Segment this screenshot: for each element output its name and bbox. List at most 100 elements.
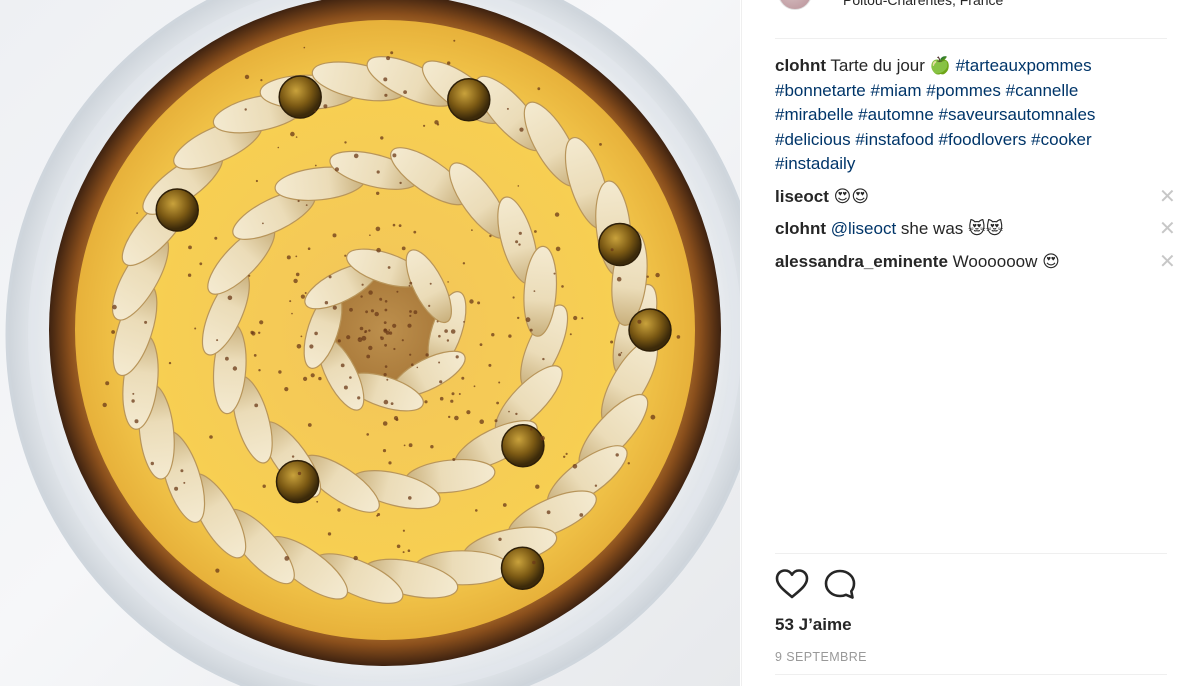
cinnamon-speck (380, 136, 384, 140)
cinnamon-speck (310, 373, 315, 378)
cinnamon-speck (423, 124, 426, 127)
cinnamon-speck (489, 234, 492, 238)
hashtag-link[interactable]: #cannelle (1006, 81, 1079, 100)
cinnamon-speck (446, 339, 450, 342)
hashtag-link[interactable]: #miam (870, 81, 921, 100)
cinnamon-speck (519, 127, 524, 132)
hashtag-link[interactable]: #cooker (1031, 130, 1091, 149)
cinnamon-speck (408, 496, 412, 500)
hashtag-link[interactable]: #saveursautomnales (939, 105, 1096, 124)
cinnamon-speck (384, 300, 388, 303)
cinnamon-speck (553, 272, 556, 275)
delete-comment-icon[interactable]: ✕ (1159, 250, 1176, 274)
hashtag-link[interactable]: #tarteauxpommes (956, 56, 1092, 75)
cinnamon-speck (530, 427, 533, 431)
cinnamon-speck (401, 246, 406, 251)
speech-bubble-icon[interactable] (823, 568, 857, 600)
cinnamon-speck (646, 275, 649, 278)
hashtag-link[interactable]: #instadaily (775, 154, 855, 173)
cinnamon-speck (316, 500, 319, 503)
delete-comment-icon[interactable]: ✕ (1159, 217, 1176, 241)
cinnamon-speck (439, 396, 444, 401)
cinnamon-speck (359, 326, 364, 331)
cinnamon-speck (676, 335, 681, 339)
cinnamon-speck (183, 481, 186, 484)
avatar[interactable] (778, 0, 812, 10)
cinnamon-speck (376, 247, 381, 253)
delete-comment-icon[interactable]: ✕ (1159, 185, 1176, 209)
comment-username[interactable]: clohnt (775, 56, 826, 75)
cinnamon-speck (314, 331, 318, 336)
location-link[interactable]: Poitou-Charentes, France (843, 0, 1003, 8)
cinnamon-speck (383, 373, 387, 377)
comment-username[interactable]: clohnt (775, 219, 826, 238)
cinnamon-speck (324, 301, 329, 305)
post-date[interactable]: 9 SEPTEMBRE (775, 650, 867, 664)
cinnamon-speck (461, 376, 465, 380)
cinnamon-speck (451, 392, 455, 396)
hashtag-link[interactable]: #instafood (855, 130, 933, 149)
cinnamon-speck (284, 387, 289, 392)
cinnamon-speck (444, 329, 448, 333)
mirabelle-plum (598, 222, 642, 267)
post-header: Poitou-Charentes, France (775, 0, 1167, 39)
comment-username[interactable]: alessandra_eminente (775, 252, 948, 271)
cinnamon-speck (424, 400, 428, 404)
cinnamon-speck (349, 307, 353, 312)
cinnamon-speck (494, 419, 498, 423)
cinnamon-speck (554, 212, 560, 217)
comment-username[interactable]: liseoct (775, 187, 829, 206)
add-comment-divider (775, 674, 1167, 675)
cinnamon-speck (305, 204, 308, 207)
cinnamon-speck (214, 236, 218, 240)
emoji: 😍 (1042, 251, 1060, 272)
heart-icon[interactable] (775, 568, 809, 600)
comment-text: Tarte du jour (830, 56, 930, 75)
cinnamon-speck (168, 361, 172, 365)
cinnamon-speck (300, 335, 303, 338)
cinnamon-speck (295, 255, 298, 258)
cinnamon-speck (477, 301, 481, 305)
cinnamon-speck (227, 295, 233, 301)
cinnamon-speck (277, 146, 280, 149)
hashtag-link[interactable]: #automne (858, 105, 934, 124)
hashtag-link[interactable]: #pommes (926, 81, 1001, 100)
cinnamon-speck (253, 354, 257, 357)
hashtag-link[interactable]: #delicious (775, 130, 851, 149)
likes-count[interactable]: 53 J’aime (775, 615, 852, 635)
cinnamon-speck (390, 402, 394, 405)
cinnamon-speck (390, 51, 394, 55)
emoji: 🍏 (929, 56, 951, 76)
cinnamon-speck (307, 423, 312, 427)
cinnamon-speck (334, 167, 339, 172)
cinnamon-speck (209, 435, 213, 439)
mirabelle-plum (447, 78, 491, 122)
cinnamon-speck (215, 568, 220, 573)
hashtag-link[interactable]: #foodlovers (939, 130, 1027, 149)
cinnamon-speck (488, 363, 492, 367)
hashtag-link[interactable]: #mirabelle (775, 105, 853, 124)
cinnamon-speck (573, 315, 578, 321)
cinnamon-speck (517, 185, 520, 187)
cinnamon-speck (438, 334, 441, 338)
cinnamon-speck (466, 410, 471, 415)
cinnamon-speck (383, 77, 388, 82)
cinnamon-speck (512, 296, 515, 299)
cinnamon-speck (409, 314, 412, 317)
cinnamon-speck (174, 486, 179, 491)
cinnamon-speck (403, 90, 407, 94)
cinnamon-speck (555, 246, 561, 252)
cinnamon-speck (216, 339, 219, 342)
cinnamon-speck (413, 230, 417, 234)
cinnamon-speck (491, 333, 495, 337)
cinnamon-speck (388, 461, 392, 465)
cinnamon-speck (250, 330, 254, 335)
cinnamon-speck (439, 380, 443, 384)
cinnamon-speck (136, 212, 138, 214)
post-photo[interactable] (0, 0, 740, 686)
hashtag-link[interactable]: #bonnetarte (775, 81, 866, 100)
cinnamon-speck (429, 282, 432, 285)
cinnamon-speck (384, 93, 388, 97)
cinnamon-speck (525, 317, 531, 323)
hashtag-link[interactable]: @liseoct (831, 219, 896, 238)
